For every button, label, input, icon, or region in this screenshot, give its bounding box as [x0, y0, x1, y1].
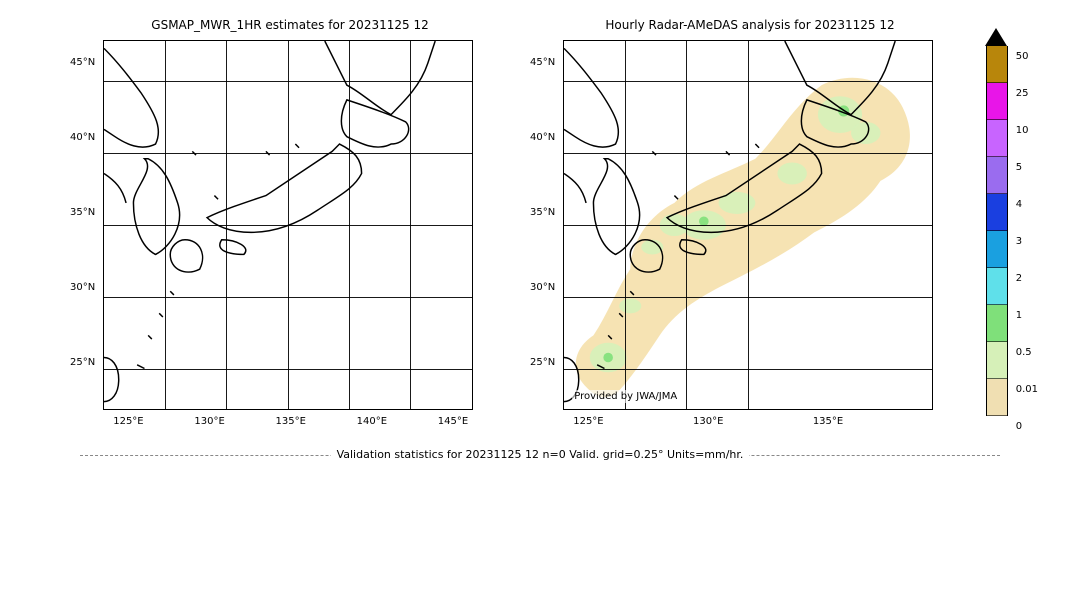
gsmap-map-panel: GSMAP_MWR_1HR estimates for 20231125 12 …	[70, 18, 470, 427]
validation-statistics-text: Validation statistics for 20231125 12 n=…	[331, 448, 750, 461]
colorbar-over-triangle	[985, 28, 1007, 46]
radar-lon-axis: 125°E 130°E 135°E	[563, 410, 933, 427]
coastline-japan	[104, 41, 472, 409]
radar-plot-area: Provided by JWA/JMA	[563, 40, 933, 410]
radar-amedas-map-panel: Hourly Radar-AMeDAS analysis for 2023112…	[530, 18, 930, 427]
colorbar-labels: 50 25 10 5 4 3 2 1 0.5 0.01 0	[1016, 28, 1038, 445]
colorbar-cells	[986, 46, 1008, 416]
validation-statistics-line: Validation statistics for 20231125 12 n=…	[0, 448, 1080, 461]
attribution-text: Provided by JWA/JMA	[572, 390, 679, 403]
gsmap-lon-axis: 125°E 130°E 135°E 140°E 145°E	[103, 410, 473, 427]
gsmap-title: GSMAP_MWR_1HR estimates for 20231125 12	[90, 18, 490, 32]
coastline-japan	[564, 41, 932, 409]
radar-title: Hourly Radar-AMeDAS analysis for 2023112…	[550, 18, 950, 32]
radar-lat-axis: 45°N 40°N 35°N 30°N 25°N	[530, 40, 563, 410]
gsmap-lat-axis: 45°N 40°N 35°N 30°N 25°N	[70, 40, 103, 410]
gsmap-plot-area	[103, 40, 473, 410]
colorbar: 50 25 10 5 4 3 2 1 0.5 0.01 0	[986, 28, 1038, 445]
